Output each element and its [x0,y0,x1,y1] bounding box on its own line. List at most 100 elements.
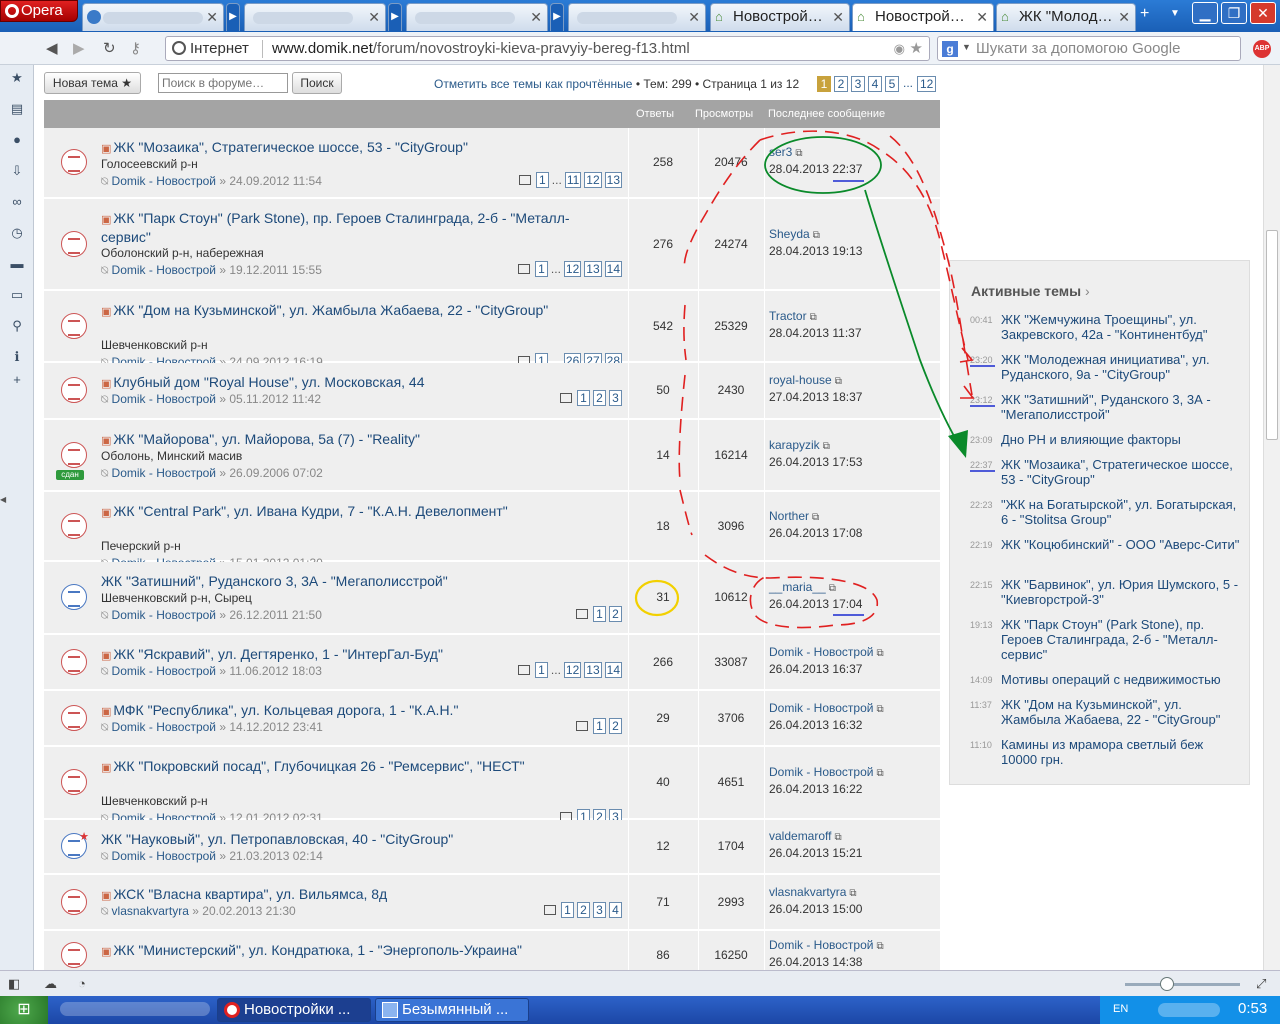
topic-title-link[interactable]: ▣ ЖК "Министерский", ул. Кондратюка, 1 - … [101,942,601,961]
reload-icon[interactable]: ↻ [103,39,116,57]
new-post-icon[interactable]: ▣ [101,946,111,958]
go-to-last-post-icon[interactable]: ⧉ [795,148,802,159]
go-to-last-post-icon[interactable]: ⧉ [876,704,883,715]
tab-blurred-4[interactable]: ✕ [568,3,706,31]
topic-page-link[interactable]: 2 [609,606,622,622]
address-field[interactable]: Інтернет www.domik.net/forum/novostroyki… [165,36,930,61]
active-topic-link[interactable]: ЖК "Жемчужина Троещины", ул. Закревского… [1001,312,1241,342]
topic-page-link[interactable]: 12 [563,261,582,277]
active-topics-heading[interactable]: Активные темы › [971,283,1090,299]
topic-page-link[interactable]: 2 [593,390,606,406]
active-topic-link[interactable]: ЖК "Затишний", Руданского 3, 3А - "Мегап… [1001,392,1241,422]
last-post-user-link[interactable]: Domik - Новострой ⧉ [769,645,884,659]
last-post-user-link[interactable]: Domik - Новострой ⧉ [769,938,884,952]
go-to-last-post-icon[interactable]: ⧉ [876,768,883,779]
last-post-user-link[interactable]: Domik - Новострой ⧉ [769,765,884,779]
start-button[interactable]: ⊞ [0,996,48,1024]
bookmarks-star-icon[interactable]: ★ [10,71,24,85]
topic-author-link[interactable]: Domik - Новострой [112,466,216,480]
topic-page-link[interactable]: 1 [535,172,549,188]
active-topic-link[interactable]: "ЖК на Богатырской", ул. Богатырская, 6 … [1001,497,1241,527]
scrollbar-thumb[interactable] [1266,230,1278,440]
go-to-last-post-icon[interactable]: ⧉ [813,230,820,241]
tab-blurred-3[interactable]: ✕ [406,3,548,31]
page-link-4[interactable]: 4 [868,76,882,92]
last-post-user-link[interactable]: royal-house ⧉ [769,373,842,387]
topic-title-link[interactable]: ▣ ЖК "Майорова", ул. Майорова, 5а (7) - "… [101,431,631,450]
page-link-3[interactable]: 3 [851,76,865,92]
close-tab-icon[interactable]: ✕ [832,4,844,30]
last-post-user-link[interactable]: Domik - Новострой ⧉ [769,701,884,715]
close-tab-icon[interactable]: ✕ [1118,4,1130,30]
page-link-1[interactable]: 1 [817,76,831,92]
language-indicator[interactable]: EN [1113,1003,1128,1015]
notes-icon[interactable]: ▤ [10,102,24,116]
taskbar-paint[interactable]: Безымянный ... [375,998,529,1022]
topic-author-link[interactable]: vlasnakvartyra [112,904,189,918]
go-to-last-post-icon[interactable]: ⧉ [876,648,883,659]
topic-page-link[interactable]: 13 [604,172,622,188]
turbo-icon[interactable]: ◔ [78,976,94,992]
topic-page-link[interactable]: 13 [584,261,602,277]
topic-author-link[interactable]: Domik - Новострой [112,720,216,734]
history-icon[interactable]: ◷ [10,226,24,240]
site-info-button[interactable]: Інтернет [172,40,249,57]
active-topic-link[interactable]: ЖК "Молодежная инициатива", ул. Руданско… [1001,352,1241,382]
close-tab-icon[interactable]: ✕ [976,4,988,30]
opera-unite-icon[interactable]: ☁ [44,976,60,992]
bookmark-star-icon[interactable]: ★ [910,39,923,57]
active-topic-link[interactable]: Дно РН и влияющие факторы [1001,432,1241,447]
page-link-12[interactable]: 12 [917,76,937,92]
restore-button[interactable]: ❐ [1221,2,1247,24]
tab-zhk-molod[interactable]: ⌂ ЖК "Молод… ✕ [996,3,1136,31]
go-to-last-post-icon[interactable]: ⧉ [835,376,842,387]
topic-page-link[interactable]: 3 [593,902,606,918]
forum-search-button[interactable]: Поиск [292,72,342,94]
topic-page-link[interactable]: 1 [534,261,548,277]
close-window-button[interactable]: ✕ [1250,2,1276,24]
topic-page-link[interactable]: 1 [593,606,606,622]
active-topic-link[interactable]: ЖК "Мозаика", Стратегическое шоссе, 53 -… [1001,457,1241,487]
topic-title-link[interactable]: ▣ ЖК "Дом на Кузьминской", ул. Жамбыла Жа… [101,302,601,321]
close-tab-icon[interactable]: ✕ [530,4,542,30]
adblock-icon[interactable]: ABP [1253,40,1271,58]
tab-scroll-arrow[interactable]: ▶ [226,3,240,31]
last-post-user-link[interactable]: valdemaroff ⧉ [769,829,842,843]
topic-author-link[interactable]: Domik - Новострой [112,849,216,863]
page-link-5[interactable]: 5 [885,76,899,92]
downloads-icon[interactable]: ⇩ [10,164,24,178]
topic-author-link[interactable]: Domik - Новострой [112,263,216,277]
chat-icon[interactable]: ▬ [10,257,24,271]
back-icon[interactable]: ◀ [46,39,58,57]
topic-page-link[interactable]: 2 [577,902,590,918]
zoom-slider[interactable] [1125,983,1240,986]
topic-title-link[interactable]: ▣ ЖК "Central Park", ул. Ивана Кудри, 7 -… [101,503,601,522]
topic-page-link[interactable]: 1 [561,902,574,918]
page-link-2[interactable]: 2 [834,76,848,92]
topic-page-link[interactable]: 4 [609,902,622,918]
key-icon[interactable]: ⚷ [130,39,141,57]
topic-page-link[interactable]: 1 [534,662,548,678]
widgets-icon[interactable]: ▭ [10,288,24,302]
close-tab-icon[interactable]: ✕ [368,4,380,30]
new-post-icon[interactable]: ▣ [101,214,111,226]
links-icon[interactable]: ∞ [10,195,24,209]
search-icon[interactable]: ⚲ [10,319,24,333]
go-to-last-post-icon[interactable]: ⧉ [876,941,883,952]
active-topic-link[interactable]: ЖК "Коцюбинский" - ООО "Аверс-Сити" [1001,537,1241,552]
last-post-user-link[interactable]: vlasnakvartyra ⧉ [769,885,857,899]
topic-title-link[interactable]: ЖК "Науковый", ул. Петропавловская, 40 -… [101,831,631,848]
tab-novostroyki-active[interactable]: ⌂ Новострой… ✕ [852,3,994,31]
add-panel-icon[interactable]: + [10,373,24,387]
topic-author-link[interactable]: Domik - Новострой [112,664,216,678]
topic-page-link[interactable]: 1 [593,718,606,734]
active-topic-link[interactable]: ЖК "Дом на Кузьминской", ул. Жамбыла Жаб… [1001,697,1241,727]
tab-blurred-2[interactable]: ✕ [244,3,386,31]
last-post-user-link[interactable]: karapyzik ⧉ [769,438,830,452]
last-post-user-link[interactable]: Norther ⧉ [769,509,819,523]
topic-page-link[interactable]: 3 [609,390,622,406]
go-to-last-post-icon[interactable]: ⧉ [810,312,817,323]
topic-page-link[interactable]: 1 [577,390,590,406]
topic-page-link[interactable]: 2 [609,718,622,734]
google-search-field[interactable]: g ▼ Шукати за допомогою Google [937,36,1241,61]
